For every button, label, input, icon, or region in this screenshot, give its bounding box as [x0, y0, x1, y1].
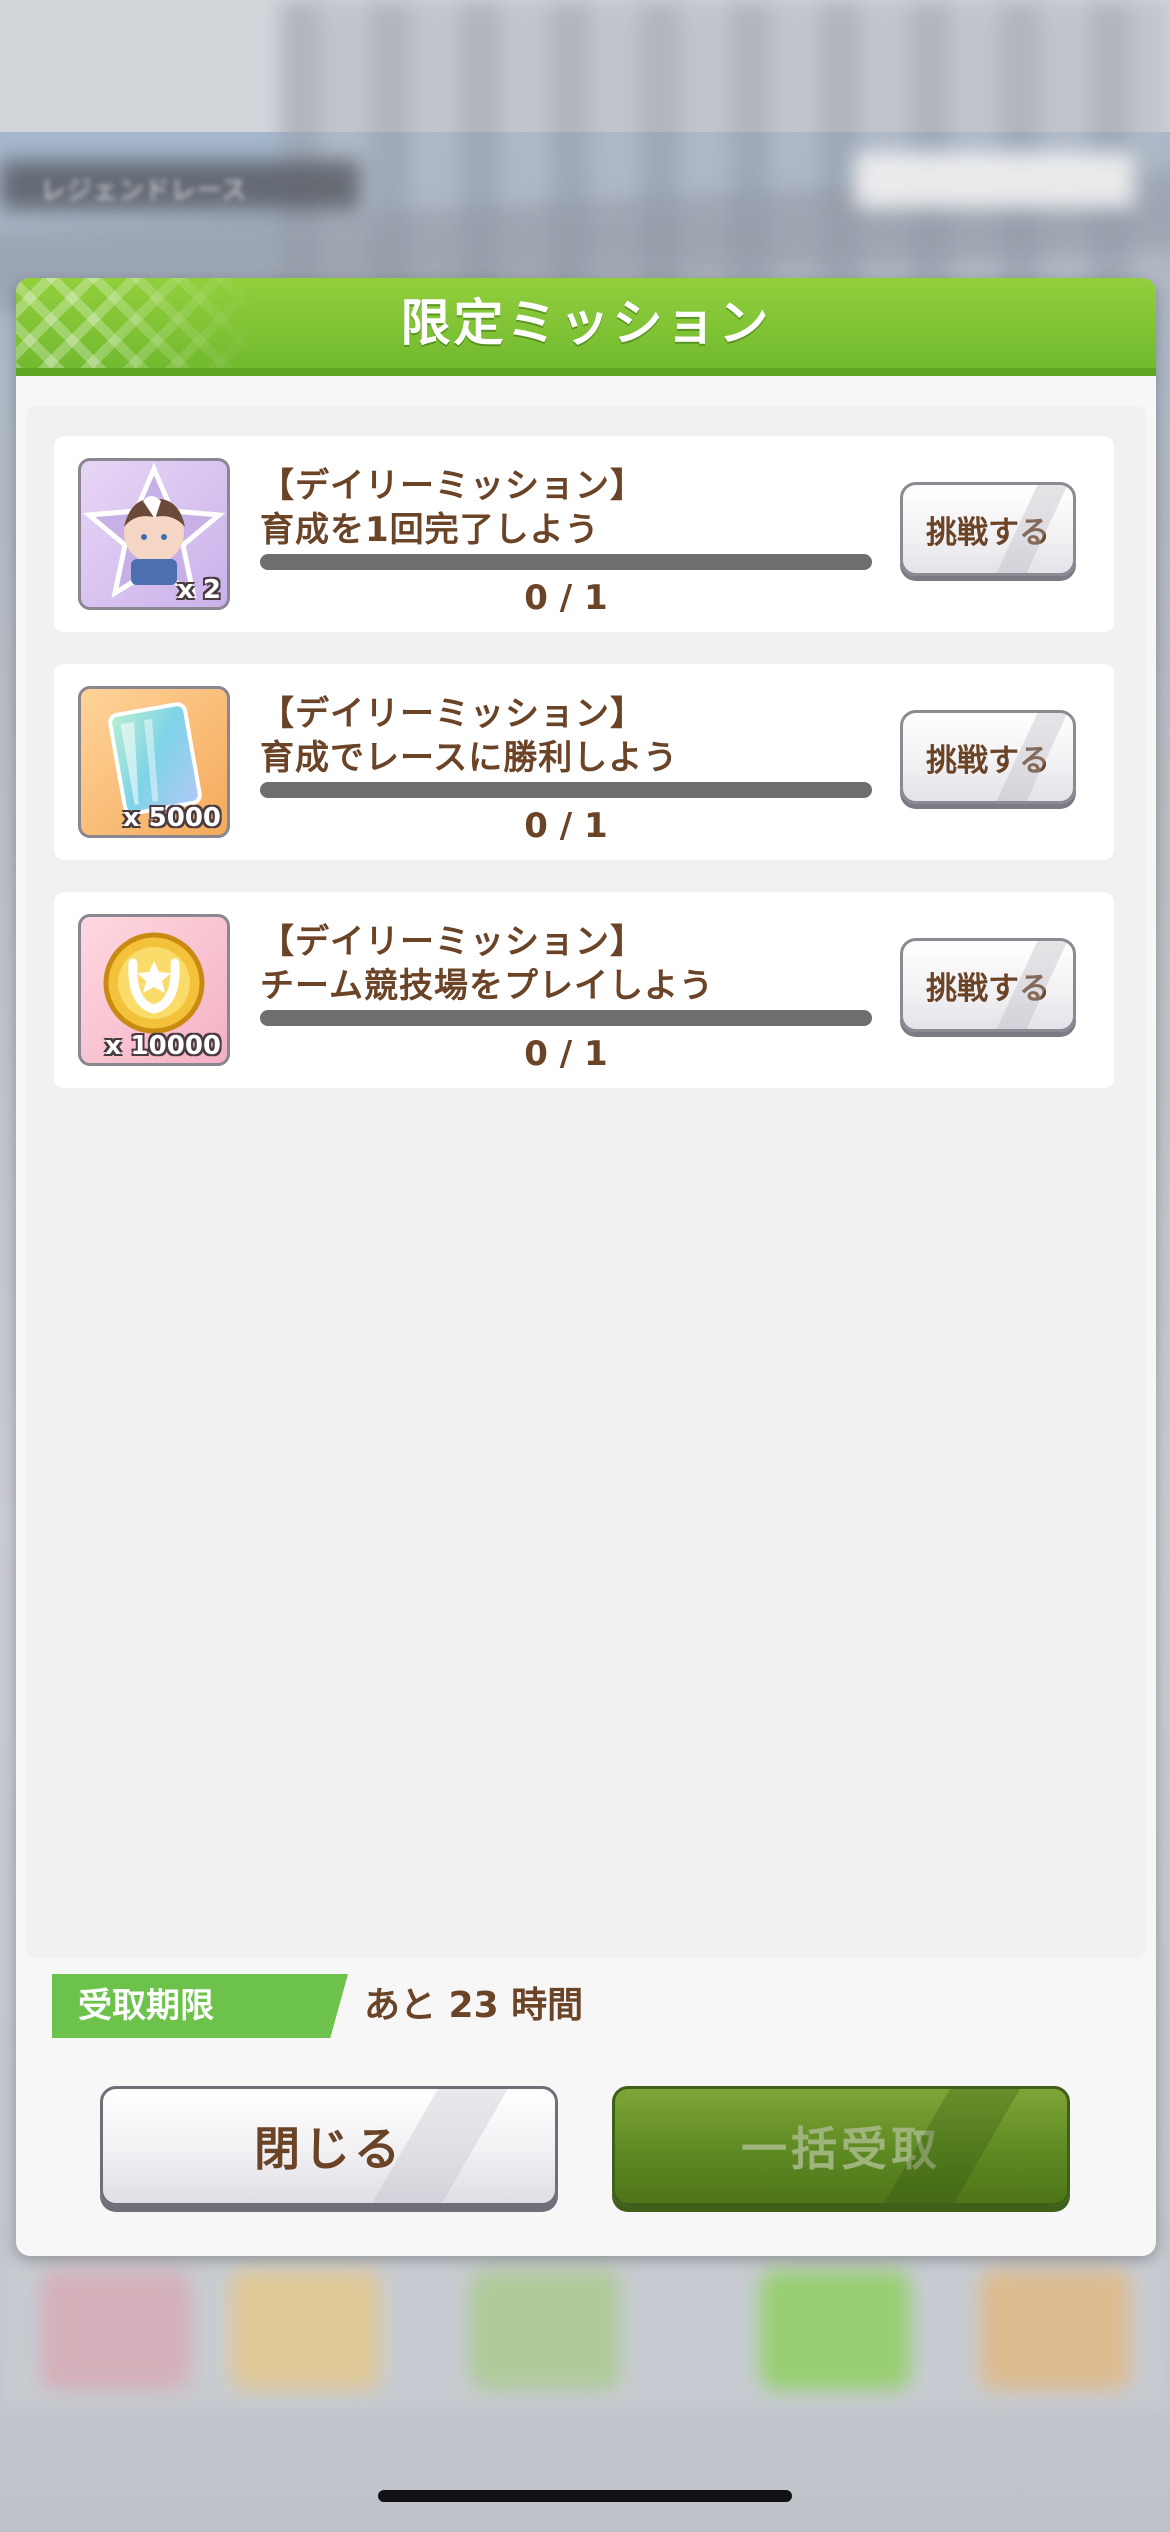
mission-item: x 5000 【デイリーミッション】 育成でレースに勝利しよう 0 / 1 挑戦…: [54, 664, 1114, 860]
challenge-button[interactable]: 挑戦する: [900, 710, 1076, 804]
reward-quantity: x 10000: [104, 1031, 221, 1061]
claim-all-button[interactable]: 一括受取: [612, 2086, 1070, 2206]
menu-gacha-icon: [980, 2270, 1130, 2390]
challenge-button[interactable]: 挑戦する: [900, 938, 1076, 1032]
mission-category: 【デイリーミッション】: [260, 922, 645, 962]
close-button[interactable]: 閉じる: [100, 2086, 558, 2206]
mission-list[interactable]: x 2 【デイリーミッション】 育成を1回完了しよう 0 / 1 挑戦する x …: [26, 406, 1146, 1958]
mission-progress-text: 0 / 1: [524, 578, 608, 618]
mission-category: 【デイリーミッション】: [260, 694, 645, 734]
mission-progress-bar: [260, 782, 872, 798]
reward-quantity: x 5000: [122, 803, 221, 833]
mission-title: 育成でレースに勝利しよう: [260, 738, 679, 778]
reward-item: x 5000: [78, 686, 230, 838]
mission-progress-bar: [260, 1010, 872, 1026]
mission-item: x 2 【デイリーミッション】 育成を1回完了しよう 0 / 1 挑戦する: [54, 436, 1114, 632]
reward-quantity: x 2: [177, 575, 221, 605]
menu-story-icon: [230, 2270, 380, 2390]
background-currency-pill: [855, 152, 1135, 208]
mission-category: 【デイリーミッション】: [260, 466, 645, 506]
dialog-header: 限定ミッション: [16, 278, 1156, 376]
limited-missions-dialog: 限定ミッション x 2 【デイリーミッション】 育成を1回完了しよう 0 / 1: [16, 278, 1156, 2256]
deadline-remaining: あと 23 時間: [364, 1985, 584, 2026]
menu-character-icon: [40, 2270, 190, 2390]
reward-item: x 10000: [78, 914, 230, 1066]
reward-item: x 2: [78, 458, 230, 610]
deadline-badge: 受取期限: [52, 1974, 348, 2038]
menu-home-icon: [470, 2270, 620, 2390]
mission-progress-bar: [260, 554, 872, 570]
mission-item: x 10000 【デイリーミッション】 チーム競技場をプレイしよう 0 / 1 …: [54, 892, 1114, 1088]
challenge-button[interactable]: 挑戦する: [900, 482, 1076, 576]
dialog-title: 限定ミッション: [400, 294, 772, 352]
mission-progress-text: 0 / 1: [524, 806, 608, 846]
background-race-label: レジェンドレース: [40, 176, 247, 206]
menu-race-icon: [760, 2270, 910, 2390]
mission-title: チーム競技場をプレイしよう: [260, 966, 714, 1006]
mission-title: 育成を1回完了しよう: [260, 510, 600, 550]
home-indicator[interactable]: [378, 2490, 792, 2502]
mission-progress-text: 0 / 1: [524, 1034, 608, 1074]
header-underline: [16, 368, 1156, 376]
